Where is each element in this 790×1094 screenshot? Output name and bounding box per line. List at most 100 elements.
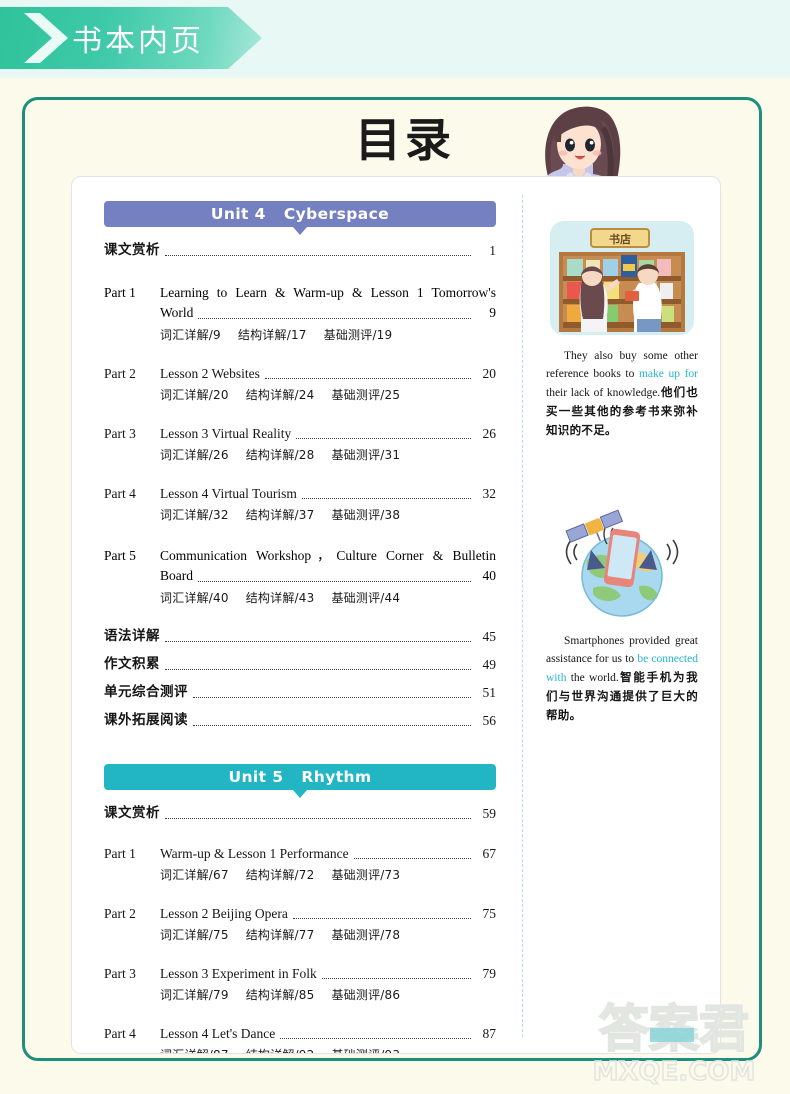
toc-row-page: 9 bbox=[489, 305, 496, 320]
note-en-highlight: make up for bbox=[638, 368, 698, 380]
toc-row[interactable]: Part 3 Lesson 3 Experiment in Folk 79 词汇… bbox=[104, 964, 496, 1003]
toc-row-title: 语法详解 bbox=[104, 628, 160, 644]
toc-subitem[interactable]: 基础测评/38 bbox=[331, 508, 400, 522]
toc-subitem[interactable]: 词汇详解/75 bbox=[160, 928, 229, 942]
unit-block-4: Unit 4 Cyberspace 课文赏析 1 Part 1 Learning… bbox=[104, 201, 496, 730]
toc-subitem[interactable]: 基础测评/25 bbox=[331, 388, 400, 402]
toc-subitem[interactable]: 词汇详解/40 bbox=[160, 591, 229, 605]
toc-row-part: Part 1 bbox=[104, 846, 136, 861]
toc-row-part: Part 2 bbox=[104, 906, 136, 921]
toc-row-title: Lesson 4 Virtual Tourism bbox=[160, 486, 297, 501]
bookstore-sign-text: 书店 bbox=[609, 232, 631, 246]
toc-row-page: 56 bbox=[482, 713, 497, 728]
unit-header-5: Unit 5 Rhythm bbox=[104, 764, 496, 798]
toc-row[interactable]: Part 3 Lesson 3 Virtual Reality 26 词汇详解/… bbox=[104, 424, 496, 463]
toc-subitems: 词汇详解/32 结构详解/37 基础测评/38 bbox=[160, 506, 496, 523]
top-banner: 书本内页 bbox=[0, 0, 790, 78]
dot-leader bbox=[292, 917, 471, 919]
toc-row[interactable]: 课文赏析 59 bbox=[104, 804, 496, 823]
toc-row[interactable]: Part 1 Learning to Learn & Warm-up & Les… bbox=[104, 283, 496, 343]
note-block-smartphone: Smartphones provided great assistance fo… bbox=[546, 504, 698, 725]
toc-row[interactable]: Part 2 Lesson 2 Websites 20 词汇详解/20 结构详解… bbox=[104, 364, 496, 403]
toc-subitem[interactable]: 基础测评/31 bbox=[331, 448, 400, 462]
toc-row-part: Part 5 bbox=[104, 548, 136, 563]
dot-leader bbox=[165, 817, 471, 819]
toc-subitem[interactable]: 基础测评/86 bbox=[331, 988, 400, 1002]
toc-list: Unit 4 Cyberspace 课文赏析 1 Part 1 Learning… bbox=[104, 201, 497, 1053]
dot-leader bbox=[198, 580, 471, 582]
toc-subitem[interactable]: 结构详解/72 bbox=[246, 868, 315, 882]
toc-subitem[interactable]: 结构详解/24 bbox=[246, 388, 315, 402]
page-title: 目录 bbox=[355, 113, 455, 167]
toc-subitem[interactable]: 基础测评/93 bbox=[331, 1048, 400, 1053]
toc-row-part: Part 2 bbox=[104, 366, 136, 381]
toc-row[interactable]: Part 4 Lesson 4 Let's Dance 87 词汇详解/87 结… bbox=[104, 1024, 497, 1053]
dot-leader bbox=[301, 497, 471, 499]
toc-subitem[interactable]: 结构详解/37 bbox=[246, 508, 315, 522]
toc-row[interactable]: Part 2 Lesson 2 Beijing Opera 75 词汇详解/75… bbox=[104, 904, 496, 943]
toc-subitem[interactable]: 基础测评/73 bbox=[331, 868, 400, 882]
toc-subitem[interactable]: 结构详解/17 bbox=[238, 328, 307, 342]
unit-bar-4: Unit 4 Cyberspace bbox=[104, 201, 496, 227]
toc-subitem[interactable]: 词汇详解/67 bbox=[160, 868, 229, 882]
toc-subitems: 词汇详解/75 结构详解/77 基础测评/78 bbox=[160, 926, 496, 943]
toc-subitem[interactable]: 结构详解/85 bbox=[246, 988, 315, 1002]
toc-row-title: 作文积累 bbox=[104, 656, 160, 672]
toc-subitem[interactable]: 基础测评/78 bbox=[331, 928, 400, 942]
toc-subitem[interactable]: 基础测评/44 bbox=[331, 591, 400, 605]
toc-row-part: Part 4 bbox=[104, 1026, 136, 1041]
toc-subitems: 词汇详解/26 结构详解/28 基础测评/31 bbox=[160, 446, 496, 463]
headline-row: 目录 bbox=[25, 106, 765, 182]
unit-name-5: Rhythm bbox=[301, 768, 372, 786]
toc-row[interactable]: 单元综合测评 51 bbox=[104, 683, 496, 702]
toc-row[interactable]: 作文积累 49 bbox=[104, 655, 496, 674]
toc-subitem[interactable]: 词汇详解/9 bbox=[160, 328, 221, 342]
toc-row[interactable]: Part 5 Communication Workshop，Culture Co… bbox=[104, 546, 496, 606]
toc-subitems: 词汇详解/67 结构详解/72 基础测评/73 bbox=[160, 866, 496, 883]
toc-row[interactable]: Part 4 Lesson 4 Virtual Tourism 32 词汇详解/… bbox=[104, 484, 496, 523]
note-block-bookstore: 书店 They also buy some other reference bo… bbox=[546, 219, 698, 440]
toc-subitem[interactable]: 词汇详解/20 bbox=[160, 388, 229, 402]
toc-row-title: 课文赏析 bbox=[104, 805, 160, 821]
toc-row[interactable]: 课文赏析 1 bbox=[104, 241, 496, 260]
toc-row[interactable]: 课外拓展阅读 56 bbox=[104, 711, 496, 730]
dot-leader bbox=[165, 254, 471, 256]
book-page: 目录 Unit 4 Cyberspace 课文赏析 1 Part 1 Learn… bbox=[0, 78, 790, 1094]
toc-subitem[interactable]: 结构详解/92 bbox=[246, 1048, 315, 1053]
toc-subitem[interactable]: 词汇详解/32 bbox=[160, 508, 229, 522]
toc-row-title: Lesson 4 Let's Dance bbox=[160, 1026, 276, 1041]
toc-row-page: 87 bbox=[482, 1026, 497, 1041]
toc-row-page: 49 bbox=[482, 657, 497, 672]
toc-row-title: Learning to Learn & Warm-up & Lesson 1 T… bbox=[160, 285, 496, 300]
dot-leader bbox=[321, 977, 471, 979]
toc-row-page: 1 bbox=[489, 243, 496, 258]
toc-row[interactable]: 语法详解 45 bbox=[104, 627, 496, 646]
note-en-after: their lack of knowledge. bbox=[546, 387, 661, 399]
side-notes: 书店 They also buy some other reference bo… bbox=[546, 219, 698, 729]
toc-subitem[interactable]: 结构详解/43 bbox=[246, 591, 315, 605]
bookstore-illustration: 书店 bbox=[550, 221, 694, 335]
dot-leader bbox=[280, 1037, 471, 1039]
toc-row-title: Warm-up & Lesson 1 Performance bbox=[160, 846, 349, 861]
toc-row[interactable]: Part 1 Warm-up & Lesson 1 Performance 67… bbox=[104, 844, 496, 883]
unit-header-4: Unit 4 Cyberspace bbox=[104, 201, 496, 235]
unit-block-5: Unit 5 Rhythm 课文赏析 59 Part 1 Warm-up & L… bbox=[104, 764, 497, 1053]
toc-subitem[interactable]: 结构详解/28 bbox=[246, 448, 315, 462]
note-text-bookstore: They also buy some other reference books… bbox=[546, 347, 698, 440]
dot-leader bbox=[165, 640, 471, 642]
toc-subitem[interactable]: 词汇详解/79 bbox=[160, 988, 229, 1002]
toc-subitem[interactable]: 词汇详解/87 bbox=[160, 1048, 229, 1053]
toc-row-page: 45 bbox=[482, 629, 497, 644]
banner-title: 书本内页 bbox=[72, 24, 204, 59]
toc-row-page: 67 bbox=[482, 846, 497, 861]
toc-subitem[interactable]: 词汇详解/26 bbox=[160, 448, 229, 462]
toc-subitem[interactable]: 结构详解/77 bbox=[246, 928, 315, 942]
unit-notch-4 bbox=[293, 227, 307, 235]
dot-leader bbox=[193, 696, 471, 698]
toc-subitems: 词汇详解/87 结构详解/92 基础测评/93 bbox=[160, 1046, 496, 1053]
column-divider bbox=[522, 195, 523, 1037]
toc-row-part: Part 3 bbox=[104, 426, 136, 441]
toc-subitem[interactable]: 基础测评/19 bbox=[324, 328, 393, 342]
toc-card: Unit 4 Cyberspace 课文赏析 1 Part 1 Learning… bbox=[71, 176, 721, 1054]
toc-subitems: 词汇详解/20 结构详解/24 基础测评/25 bbox=[160, 386, 496, 403]
